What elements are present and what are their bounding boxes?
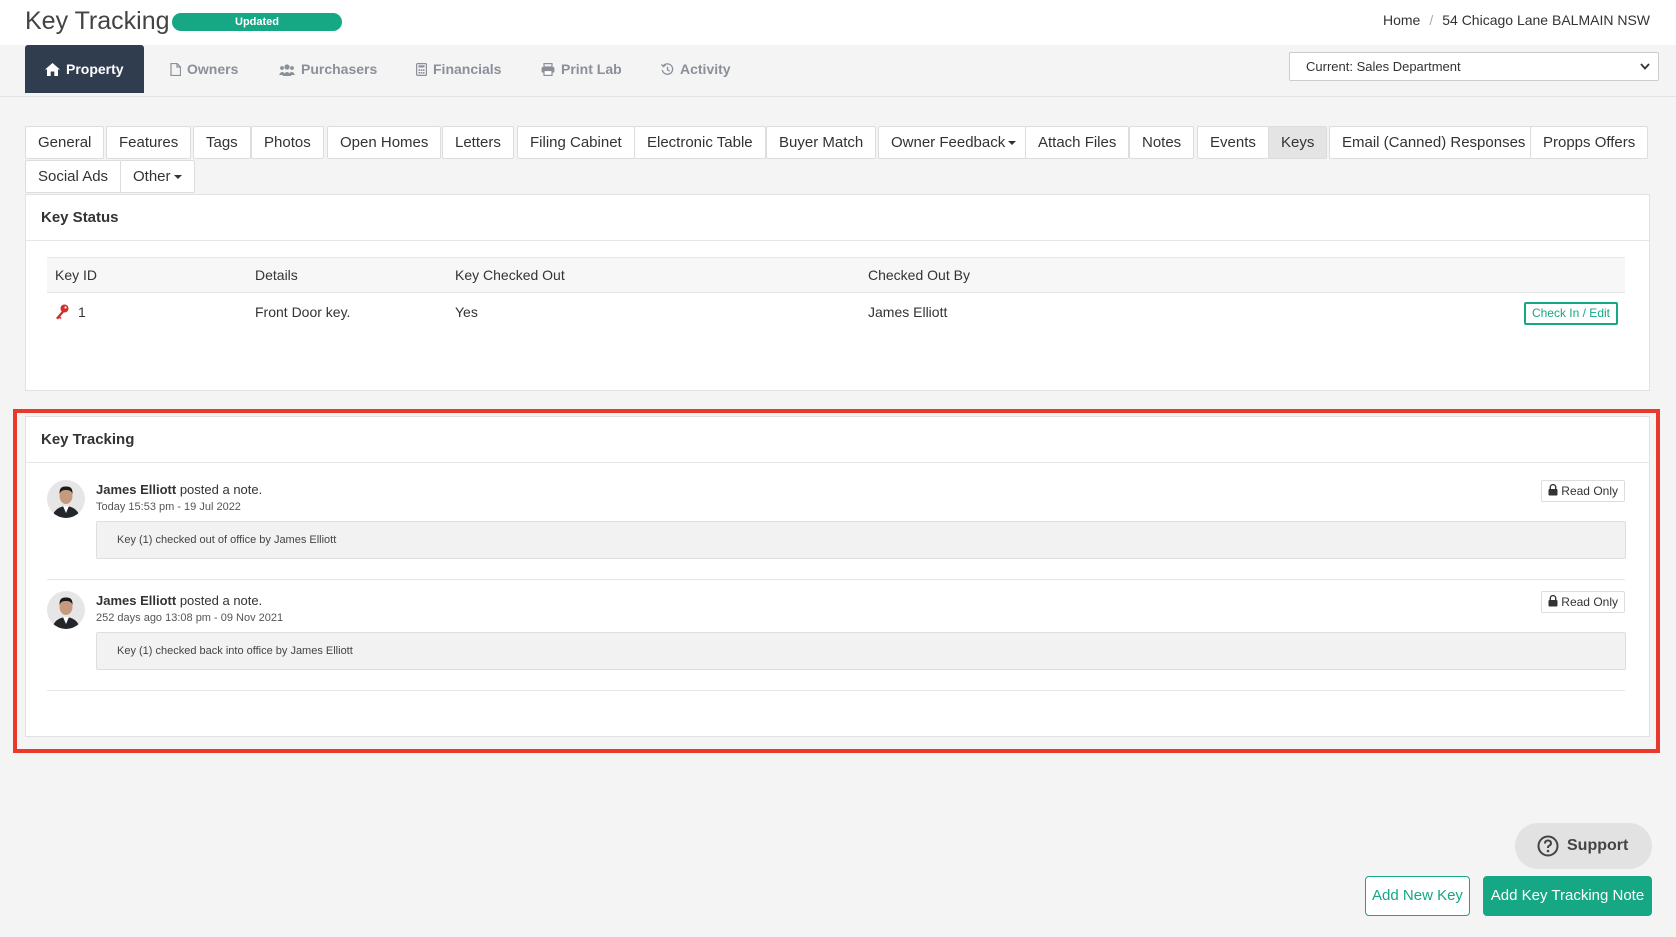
add-key-tracking-note-button[interactable]: Add Key Tracking Note [1483, 876, 1652, 916]
chevron-down-icon [1640, 53, 1650, 89]
note-author-line: James Elliott posted a note. [96, 593, 262, 608]
note-body: Key (1) checked out of office by James E… [96, 521, 1626, 559]
history-icon [660, 63, 674, 75]
note-author-line: James Elliott posted a note. [96, 482, 262, 497]
subtab-features[interactable]: Features [106, 126, 192, 159]
note-timestamp: 252 days ago 13:08 pm - 09 Nov 2021 [96, 612, 284, 624]
lock-icon [1548, 594, 1558, 607]
subtab-email-responses[interactable]: Email (Canned) Responses [1329, 126, 1539, 159]
top-header: Key Tracking Updated Home / 54 Chicago Lan… [0, 0, 1676, 45]
caret-down-icon [173, 175, 182, 180]
column-key-id: Key ID [55, 267, 98, 283]
subtab-filing-cabinet[interactable]: Filing Cabinet [517, 126, 635, 159]
column-details: Details [255, 267, 298, 283]
subtab-other[interactable]: Other [120, 160, 195, 193]
table-row: 1 Front Door key. Yes James Elliott Chec… [47, 293, 1625, 333]
note-verb: posted a note. [179, 482, 263, 497]
help-icon [1537, 835, 1559, 857]
tab-activity[interactable]: Activity [660, 45, 731, 93]
read-only-label: Read Only [1561, 595, 1618, 609]
key-checked-out-value: Yes [455, 304, 478, 320]
file-icon [170, 62, 182, 77]
subtab-keys[interactable]: Keys [1268, 126, 1328, 159]
breadcrumb-separator: / [1429, 12, 1434, 28]
note-timestamp: Today 15:53 pm - 19 Jul 2022 [96, 501, 241, 513]
key-id-value: 1 [78, 304, 86, 320]
status-badge: Updated [172, 13, 342, 31]
subtab-attach-files[interactable]: Attach Files [1025, 126, 1130, 159]
support-label: Support [1567, 837, 1629, 854]
tab-owners-label: Owners [187, 61, 239, 77]
subtab-other-label: Other [133, 168, 171, 185]
page-title: Key Tracking [25, 7, 170, 35]
key-tracking-title: Key Tracking [26, 417, 1649, 463]
subtab-propps-offers[interactable]: Propps Offers [1530, 126, 1649, 159]
note-verb: posted a note. [179, 593, 263, 608]
tab-print-lab[interactable]: Print Lab [541, 45, 622, 93]
support-button[interactable]: Support [1515, 823, 1652, 869]
key-tracking-panel: Key Tracking James Elliott posted a note… [25, 416, 1650, 737]
subtab-open-homes[interactable]: Open Homes [327, 126, 442, 159]
list-item: James Elliott posted a note. Today 15:53… [47, 480, 1626, 580]
subtab-photos[interactable]: Photos [251, 126, 324, 159]
breadcrumb: Home / 54 Chicago Lane BALMAIN NSW [1383, 12, 1650, 28]
breadcrumb-home-link[interactable]: Home [1383, 12, 1420, 28]
tab-purchasers-label: Purchasers [301, 61, 378, 77]
department-select[interactable]: Current: Sales Department [1289, 52, 1659, 81]
subtab-tags[interactable]: Tags [193, 126, 251, 159]
note-author: James Elliott [96, 593, 177, 608]
lock-icon [1548, 483, 1558, 496]
key-status-title: Key Status [26, 195, 1649, 241]
column-key-checked-out: Key Checked Out [455, 267, 565, 283]
subtab-social-ads[interactable]: Social Ads [25, 160, 122, 193]
tab-financials[interactable]: Financials [416, 45, 501, 93]
subtab-electronic-table[interactable]: Electronic Table [634, 126, 766, 159]
home-icon [45, 63, 60, 76]
check-in-edit-button[interactable]: Check In / Edit [1523, 302, 1618, 325]
subtab-owner-feedback-label: Owner Feedback [891, 134, 1006, 151]
read-only-badge: Read Only [1540, 591, 1625, 613]
checked-out-by-value: James Elliott [868, 304, 948, 320]
subtab-notes[interactable]: Notes [1129, 126, 1195, 159]
calculator-icon [416, 63, 428, 77]
column-checked-out-by: Checked Out By [868, 267, 970, 283]
add-new-key-button[interactable]: Add New Key [1365, 876, 1470, 916]
tab-owners[interactable]: Owners [170, 45, 238, 93]
key-icon [56, 304, 69, 320]
tab-activity-label: Activity [680, 61, 731, 77]
users-icon [279, 64, 295, 76]
subtab-letters[interactable]: Letters [442, 126, 514, 159]
subtab-owner-feedback[interactable]: Owner Feedback [878, 126, 1030, 159]
department-select-value: Current: Sales Department [1306, 59, 1461, 74]
avatar [47, 480, 85, 518]
key-table-header: Key ID Details Key Checked Out Checked O… [47, 257, 1625, 293]
key-status-panel: Key Status Key ID Details Key Checked Ou… [25, 194, 1650, 391]
read-only-badge: Read Only [1540, 480, 1625, 502]
printer-icon [541, 63, 555, 77]
tab-purchasers[interactable]: Purchasers [279, 45, 377, 93]
tab-print-lab-label: Print Lab [561, 61, 622, 77]
subtab-general[interactable]: General [25, 126, 105, 159]
list-item: James Elliott posted a note. 252 days ag… [47, 591, 1626, 691]
subtab-events[interactable]: Events [1197, 126, 1269, 159]
tab-property-label: Property [66, 61, 124, 77]
tab-financials-label: Financials [433, 61, 502, 77]
avatar [47, 591, 85, 629]
subtab-buyer-match[interactable]: Buyer Match [766, 126, 877, 159]
key-details-value: Front Door key. [255, 304, 351, 320]
note-body: Key (1) checked back into office by Jame… [96, 632, 1626, 670]
tab-property[interactable]: Property [25, 45, 144, 93]
read-only-label: Read Only [1561, 484, 1618, 498]
caret-down-icon [1008, 141, 1017, 146]
note-author: James Elliott [96, 482, 177, 497]
breadcrumb-current: 54 Chicago Lane BALMAIN NSW [1442, 12, 1650, 28]
